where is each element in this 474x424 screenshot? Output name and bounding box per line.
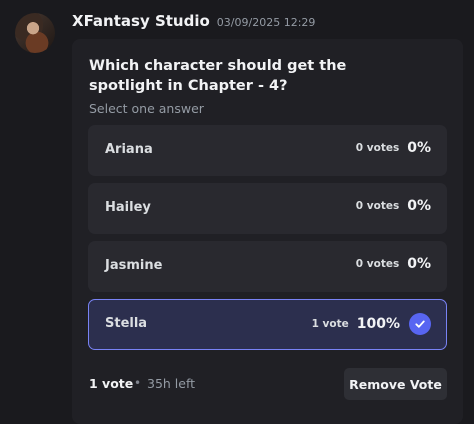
remove-vote-button[interactable]: Remove Vote bbox=[344, 368, 447, 400]
poll-option-percent: 0% bbox=[407, 140, 431, 156]
poll-option-percent: 100% bbox=[356, 316, 400, 332]
poll-instructions: Select one answer bbox=[89, 101, 204, 116]
avatar[interactable] bbox=[15, 13, 55, 53]
poll-option-label: Ariana bbox=[105, 142, 153, 157]
poll-option-stella[interactable]: Stella 1 vote 100% bbox=[88, 299, 447, 350]
check-icon bbox=[409, 313, 431, 335]
poll-option-result: 0 votes 0% bbox=[356, 140, 431, 156]
poll-option-jasmine[interactable]: Jasmine 0 votes 0% bbox=[88, 241, 447, 292]
poll-option-result: 0 votes 0% bbox=[356, 198, 431, 214]
poll-question: Which character should get the spotlight… bbox=[89, 58, 347, 94]
message-header: XFantasy Studio 03/09/2025 12:29 bbox=[72, 12, 315, 30]
poll-option-hailey[interactable]: Hailey 0 votes 0% bbox=[88, 183, 447, 234]
poll-time-left: 35h left bbox=[147, 376, 196, 391]
author-name[interactable]: XFantasy Studio bbox=[72, 12, 210, 30]
poll-option-result: 1 vote 100% bbox=[312, 313, 431, 335]
poll-option-ariana[interactable]: Ariana 0 votes 0% bbox=[88, 125, 447, 176]
poll-option-result: 0 votes 0% bbox=[356, 256, 431, 272]
poll-option-votes: 0 votes bbox=[355, 142, 400, 154]
poll-total-votes[interactable]: 1 vote bbox=[89, 376, 133, 391]
poll-option-votes: 0 votes bbox=[355, 200, 400, 212]
poll-option-label: Hailey bbox=[105, 200, 151, 215]
poll-card: Which character should get the spotlight… bbox=[72, 39, 463, 424]
poll-option-votes: 0 votes bbox=[355, 258, 400, 270]
poll-option-percent: 0% bbox=[407, 256, 431, 272]
poll-option-percent: 0% bbox=[407, 198, 431, 214]
message-timestamp: 03/09/2025 12:29 bbox=[216, 16, 316, 29]
poll-option-label: Stella bbox=[105, 316, 148, 331]
poll-option-label: Jasmine bbox=[105, 258, 163, 273]
separator-dot: • bbox=[134, 376, 142, 390]
poll-option-votes: 1 vote bbox=[311, 318, 349, 330]
